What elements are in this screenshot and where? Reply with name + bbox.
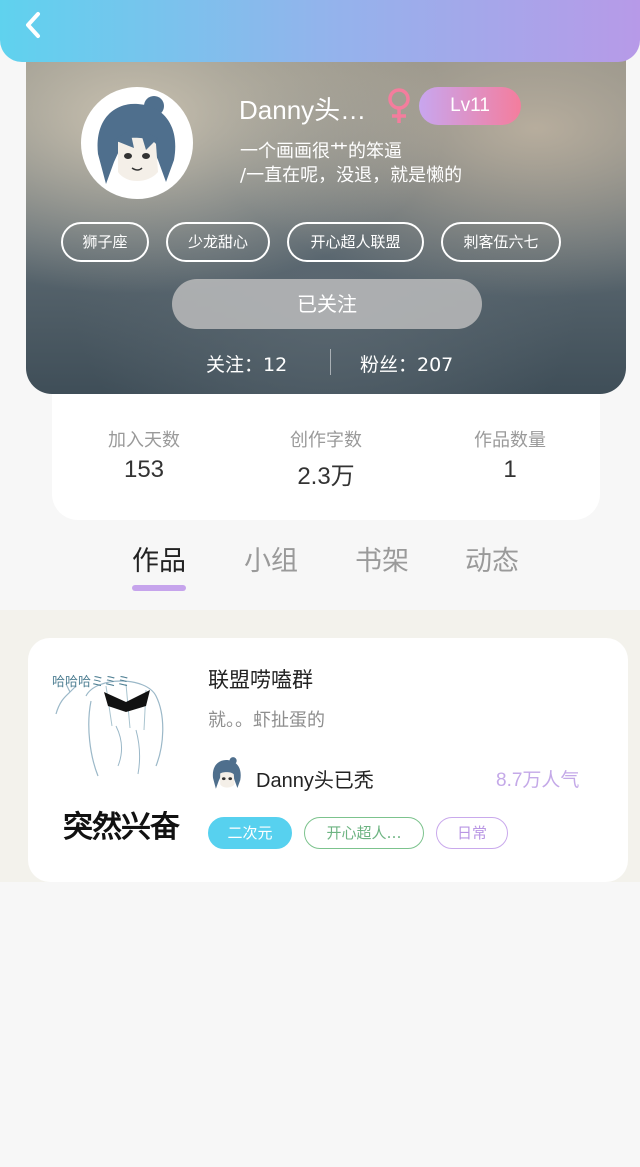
top-bar (0, 0, 640, 62)
fans-count[interactable]: 粉丝：207 (360, 350, 453, 377)
tab-activity[interactable]: 动态 (437, 539, 547, 578)
works-list: 哈哈哈ミミミ 突然兴奋 联盟唠嗑群 就。。虾扯蛋的 Danny头已秃 8.7万人… (0, 610, 640, 882)
cover-illustration: 哈哈哈ミミミ (46, 656, 196, 806)
level-badge: Lv11 (419, 87, 521, 125)
avatar-illustration (84, 90, 190, 196)
author-avatar[interactable] (208, 755, 246, 793)
profile-tag[interactable]: 刺客伍六七 (441, 222, 561, 262)
stat-value: 2.3万 (297, 463, 355, 490)
avatar[interactable] (81, 87, 193, 199)
cover-scribble: 哈哈哈ミミミ (52, 675, 130, 690)
work-tag[interactable]: 开心超人… (304, 817, 424, 849)
username: Danny头… (239, 95, 367, 125)
bio-line: 一个画画很艹的笨逼 (240, 141, 402, 162)
tab-works[interactable]: 作品 (104, 539, 214, 578)
work-card[interactable]: 哈哈哈ミミミ 突然兴奋 联盟唠嗑群 就。。虾扯蛋的 Danny头已秃 8.7万人… (28, 638, 628, 882)
work-tag[interactable]: 二次元 (208, 817, 292, 849)
author-name[interactable]: Danny头已秃 (256, 764, 374, 793)
profile-tag[interactable]: 开心超人联盟 (287, 222, 424, 262)
following-count[interactable]: 关注：12 (206, 350, 287, 377)
cover-caption: 突然兴奋 (63, 810, 180, 845)
work-title: 联盟唠嗑群 (208, 668, 313, 692)
follow-stats: 关注：12 粉丝：207 (26, 347, 626, 379)
profile-tag[interactable]: 狮子座 (61, 222, 149, 262)
work-description: 就。。虾扯蛋的 (208, 710, 325, 731)
female-icon (384, 87, 414, 125)
chevron-left-icon (26, 12, 40, 38)
stat-works-count: 作品数量 1 (430, 426, 590, 484)
stat-label: 加入天数 (108, 430, 180, 451)
tab-bar: 作品 小组 书架 动态 (0, 525, 640, 610)
stat-value: 153 (123, 456, 165, 483)
stats-card: 加入天数 153 创作字数 2.3万 作品数量 1 (52, 380, 600, 520)
divider (330, 349, 331, 375)
profile-header: Danny头… Lv11 一个画画很艹的笨逼 /一直在呢，没退，就是懒的 狮子座… (26, 40, 626, 394)
work-tag[interactable]: 日常 (436, 817, 508, 849)
profile-tag[interactable]: 少龙甜心 (166, 222, 270, 262)
stat-join-days: 加入天数 153 (64, 426, 224, 484)
work-cover: 哈哈哈ミミミ 突然兴奋 (46, 656, 196, 846)
tab-indicator (132, 585, 186, 591)
bio: 一个画画很艹的笨逼 /一直在呢，没退，就是懒的 (240, 140, 462, 188)
back-button[interactable] (18, 8, 52, 42)
stat-value: 1 (503, 456, 517, 483)
tab-groups[interactable]: 小组 (216, 539, 326, 578)
stat-label: 作品数量 (474, 430, 546, 451)
tab-bookshelf[interactable]: 书架 (327, 539, 437, 578)
author-avatar-illustration (208, 755, 246, 793)
stat-word-count: 创作字数 2.3万 (246, 426, 406, 491)
bio-line: /一直在呢，没退，就是懒的 (240, 165, 463, 186)
stat-label: 创作字数 (290, 430, 362, 451)
popularity-count: 8.7万人气 (496, 770, 580, 791)
follow-button[interactable]: 已关注 (172, 279, 482, 329)
